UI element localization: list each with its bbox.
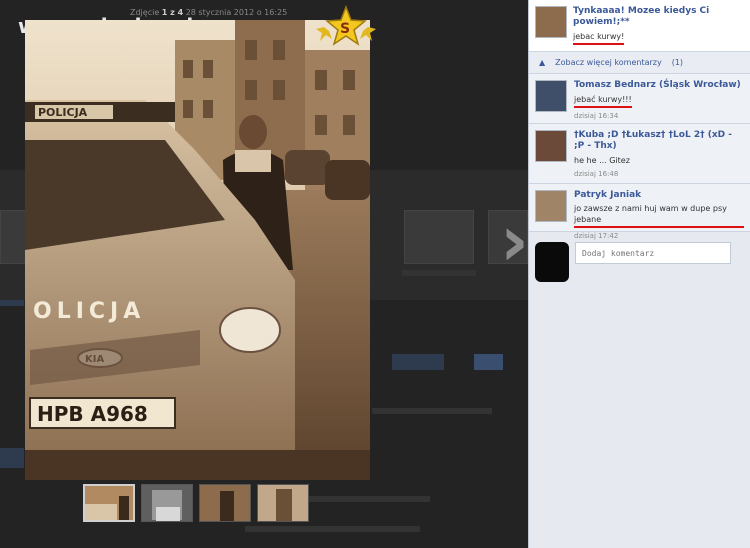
comments-panel: Tynkaaaa! Mozee kiedys Ci powiem!;** jeb… xyxy=(528,0,750,548)
avatar[interactable] xyxy=(535,6,567,38)
background-line xyxy=(372,408,492,414)
caption-prefix: Zdjęcie xyxy=(130,8,160,17)
background-line xyxy=(0,300,24,306)
thumbnail-strip xyxy=(83,484,309,522)
more-comments-label: Zobacz więcej komentarzy xyxy=(555,58,662,67)
thumbnail-image xyxy=(258,485,308,521)
comment-author[interactable]: Patryk Janiak xyxy=(574,190,744,201)
license-plate: HPB A968 xyxy=(37,402,148,426)
more-comments-link[interactable]: ▲ Zobacz więcej komentarzy (1) xyxy=(529,52,750,74)
comment-item: Tomasz Bednarz (Śląsk Wrocław) jebać kur… xyxy=(529,74,750,124)
car-hood-text: OLICJA xyxy=(33,299,145,324)
post-comment: jebac kurwy! xyxy=(573,31,625,45)
avatar[interactable] xyxy=(535,190,567,222)
next-photo-arrow[interactable]: › xyxy=(500,200,529,282)
comment-author[interactable]: †Kuba ;D †Łukasz† †LoL 2† (xD - ;P - Thx… xyxy=(574,130,744,152)
star-icon: S xyxy=(316,4,376,46)
avatar[interactable] xyxy=(535,80,567,112)
avatar[interactable] xyxy=(535,130,567,162)
more-comments-count: (1) xyxy=(671,58,684,67)
caption-date: 28 stycznia 2012 o 16:25 xyxy=(185,8,288,17)
background-line xyxy=(402,270,476,276)
comment-text: he he ... Gitez xyxy=(574,156,630,165)
thumbnail-2[interactable] xyxy=(141,484,193,522)
comment-time: dzisiaj 17:42 xyxy=(574,232,619,240)
comment-item: †Kuba ;D †Łukasz† †LoL 2† (xD - ;P - Thx… xyxy=(529,124,750,184)
photo-viewer: www.wiocha.pl Zdjęcie 1 z 4 28 stycznia … xyxy=(0,0,750,548)
background-line xyxy=(0,448,24,468)
background-line xyxy=(300,496,430,502)
badge-letter: S xyxy=(340,21,350,37)
car-roof-sign: POLICJA xyxy=(38,106,88,119)
add-comment-row xyxy=(529,236,750,288)
comment-text: jebać kurwy!!! xyxy=(574,94,632,108)
comment-author[interactable]: Tomasz Bednarz (Śląsk Wrocław) xyxy=(574,80,741,91)
background-button xyxy=(392,354,445,370)
caption-index: 1 z 4 xyxy=(161,8,184,17)
thumbnail-image xyxy=(142,485,192,521)
avatar xyxy=(535,242,569,282)
thumbnail-3[interactable] xyxy=(199,484,251,522)
comment-item: Patryk Janiak jo zawsze z nami huj wam w… xyxy=(529,184,750,240)
main-photo[interactable]: POLICJA OLICJA KIA HPB A968 xyxy=(25,20,370,480)
comment-text: jo zawsze z nami huj wam w dupe psy jeba… xyxy=(574,203,744,228)
comment-time: dzisiaj 16:34 xyxy=(574,112,619,120)
thumbnail-1[interactable] xyxy=(83,484,135,522)
featured-star-badge: S xyxy=(314,4,378,51)
post-item: Tynkaaaa! Mozee kiedys Ci powiem!;** jeb… xyxy=(529,0,750,52)
thumbnail-4[interactable] xyxy=(257,484,309,522)
photo-caption: Zdjęcie 1 z 4 28 stycznia 2012 o 16:25 xyxy=(130,8,287,17)
thumbnail-image xyxy=(85,486,133,520)
add-comment-input[interactable] xyxy=(575,242,731,264)
thumbnail-image xyxy=(200,485,250,521)
post-text: Tynkaaaa! Mozee kiedys Ci powiem!;** xyxy=(573,6,710,27)
comment-time: dzisiaj 16:48 xyxy=(574,170,619,178)
background-tile xyxy=(404,210,474,264)
background-button xyxy=(474,354,504,370)
background-line xyxy=(245,526,420,532)
expand-icon: ▲ xyxy=(539,58,546,67)
photo-image: POLICJA OLICJA KIA HPB A968 xyxy=(25,20,370,480)
